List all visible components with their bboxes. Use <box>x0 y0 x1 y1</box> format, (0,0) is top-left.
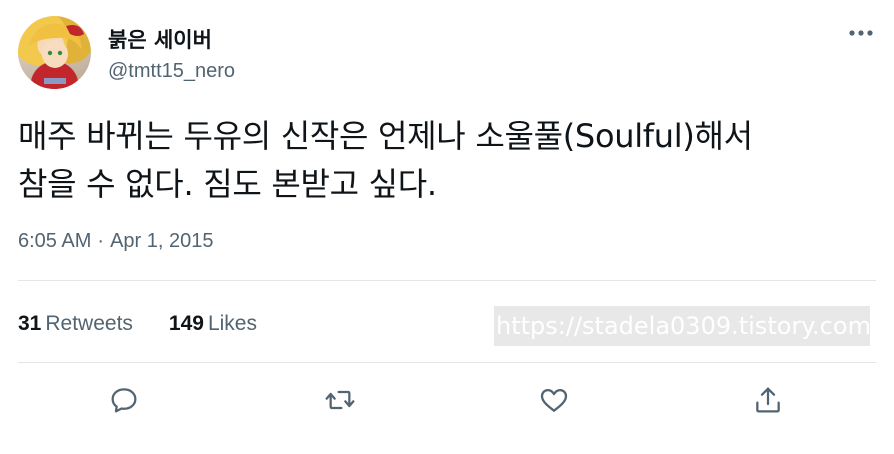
tweet-text: 매주 바뀌는 두유의 신작은 언제나 소울풀(Soulful)해서 참을 수 없… <box>18 112 878 208</box>
display-name[interactable]: 붉은 세이버 <box>108 24 212 54</box>
tweet-date: Apr 1, 2015 <box>110 230 214 252</box>
like-button[interactable] <box>536 382 572 418</box>
more-options-button[interactable] <box>846 22 876 44</box>
engagement-stats: 31 Retweets 149 Likes <box>18 312 293 336</box>
speech-bubble-icon <box>111 388 137 413</box>
reply-button[interactable] <box>106 382 142 418</box>
avatar[interactable] <box>18 16 91 89</box>
tweet-timestamp[interactable]: 6:05 AM · Apr 1, 2015 <box>18 230 213 253</box>
likes-count: 149 <box>168 312 204 335</box>
user-handle[interactable]: @tmtt15_nero <box>108 60 235 83</box>
retweets-stat[interactable]: 31 Retweets <box>18 312 133 336</box>
likes-stat[interactable]: 149 Likes <box>169 312 257 336</box>
watermark: https://stadela0309.tistory.com <box>494 306 870 346</box>
tweet-text-line: 매주 바뀌는 두유의 신작은 언제나 소울풀(Soulful)해서 <box>18 117 753 155</box>
share-upload-icon <box>756 387 780 413</box>
heart-icon <box>540 389 568 412</box>
tweet-card: 붉은 세이버 @tmtt15_nero 매주 바뀌는 두유의 신작은 언제나 소… <box>0 0 894 454</box>
likes-label: Likes <box>207 312 257 335</box>
divider <box>18 280 876 281</box>
ellipsis-icon <box>849 30 873 36</box>
meta-separator: · <box>97 230 105 252</box>
tweet-time: 6:05 AM <box>18 230 92 252</box>
retweets-label: Retweets <box>45 312 133 335</box>
retweet-arrows-icon <box>325 390 355 410</box>
tweet-text-line: 참을 수 없다. 짐도 본받고 싶다. <box>18 165 437 203</box>
share-button[interactable] <box>750 382 786 418</box>
divider <box>18 362 876 363</box>
avatar-illustration <box>28 23 84 89</box>
retweets-count: 31 <box>18 312 42 335</box>
retweet-button[interactable] <box>322 382 358 418</box>
